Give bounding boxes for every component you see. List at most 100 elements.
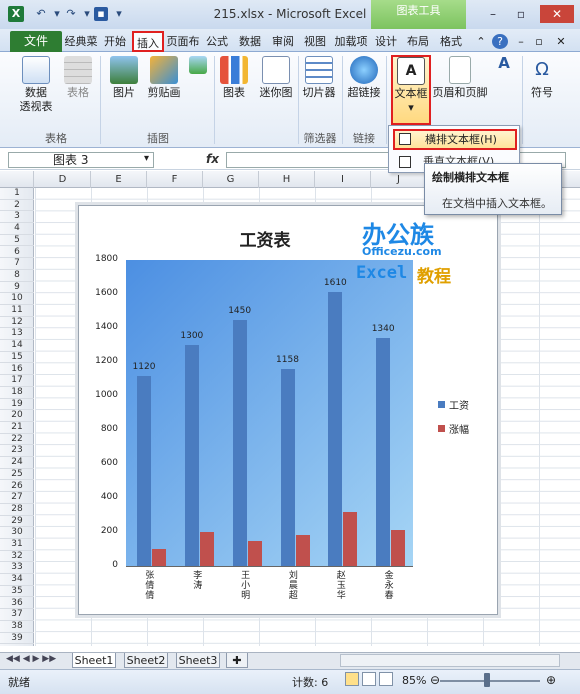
redo-dropdown-icon[interactable]: ▾ — [50, 7, 64, 21]
doc-close-icon[interactable]: ✕ — [554, 31, 568, 52]
name-box[interactable]: 图表 3 — [8, 152, 154, 168]
zoom-out-icon[interactable]: ⊖ — [430, 673, 440, 687]
bar-raise[interactable] — [199, 532, 214, 566]
column-header-f[interactable]: F — [147, 171, 203, 188]
row-header-24[interactable]: 24 — [0, 457, 34, 469]
tab-insert[interactable]: 插入 — [132, 31, 164, 52]
zoom-level[interactable]: 85% — [402, 674, 426, 687]
bar-raise[interactable] — [343, 511, 358, 566]
row-header-26[interactable]: 26 — [0, 481, 34, 493]
ribbon-collapse-icon[interactable]: ⌃ — [474, 31, 488, 52]
textbox-button[interactable]: A 文本框 ▾ — [391, 55, 431, 125]
undo-icon[interactable]: ↶ — [34, 7, 48, 21]
clipart-button[interactable]: 剪贴画 — [146, 56, 182, 100]
save-icon[interactable]: ▪ — [94, 7, 108, 21]
table-button[interactable]: 表格 — [62, 56, 94, 100]
row-header-36[interactable]: 36 — [0, 598, 34, 610]
row-header-7[interactable]: 7 — [0, 258, 34, 270]
tab-format[interactable]: 格式 — [436, 31, 466, 52]
bar-wage[interactable] — [328, 292, 343, 566]
zoom-slider[interactable] — [440, 680, 540, 682]
slicer-button[interactable]: 切片器 — [300, 56, 338, 100]
restore-button[interactable]: ▫ — [510, 5, 532, 23]
bar-raise[interactable] — [152, 549, 166, 566]
bar-wage[interactable] — [280, 369, 295, 566]
bar-raise[interactable] — [295, 535, 310, 566]
row-header-27[interactable]: 27 — [0, 492, 34, 504]
row-header-2[interactable]: 2 — [0, 200, 34, 212]
redo-icon[interactable]: ↷ — [64, 7, 78, 21]
row-header-15[interactable]: 15 — [0, 352, 34, 364]
row-header-33[interactable]: 33 — [0, 562, 34, 575]
tab-file[interactable]: 文件 — [10, 31, 62, 52]
column-header-g[interactable]: G — [203, 171, 259, 188]
tab-view[interactable]: 视图 — [300, 31, 330, 52]
bar-wage[interactable] — [137, 375, 151, 566]
excel-app-icon[interactable]: X — [8, 6, 24, 22]
sheet-tab-1[interactable]: Sheet1 — [72, 653, 116, 668]
row-header-18[interactable]: 18 — [0, 387, 34, 399]
page-break-view-icon[interactable] — [379, 672, 393, 686]
row-header-25[interactable]: 25 — [0, 469, 34, 481]
insert-function-icon[interactable]: fx — [206, 152, 219, 166]
hyperlink-button[interactable]: 超链接 — [344, 56, 384, 100]
tab-layout[interactable]: 布局 — [404, 31, 432, 52]
row-header-20[interactable]: 20 — [0, 410, 34, 422]
row-header-10[interactable]: 10 — [0, 293, 34, 305]
picture-button[interactable]: 图片 — [106, 56, 142, 100]
tab-design[interactable]: 设计 — [372, 31, 400, 52]
menu-item-horizontal-textbox[interactable]: 横排文本框(H) — [393, 129, 517, 150]
help-icon[interactable]: ? — [492, 34, 508, 49]
tab-review[interactable]: 审阅 — [268, 31, 298, 52]
row-header-28[interactable]: 28 — [0, 504, 34, 516]
column-header-d[interactable]: D — [35, 171, 91, 188]
zoom-in-icon[interactable]: ⊕ — [546, 673, 556, 687]
row-header-37[interactable]: 37 — [0, 609, 34, 621]
tab-formulas[interactable]: 公式 — [202, 31, 232, 52]
zoom-slider-knob[interactable] — [484, 673, 490, 687]
sparkline-button[interactable]: 迷你图 — [256, 56, 296, 100]
bar-wage[interactable] — [232, 319, 247, 566]
sheet-tab-3[interactable]: Sheet3 — [176, 653, 220, 668]
row-header-16[interactable]: 16 — [0, 364, 34, 376]
column-header-e[interactable]: E — [91, 171, 147, 188]
tab-data[interactable]: 数据 — [234, 31, 266, 52]
doc-minimize-icon[interactable]: – — [514, 31, 528, 52]
minimize-button[interactable]: – — [482, 5, 504, 23]
row-header-4[interactable]: 4 — [0, 223, 34, 235]
row-header-6[interactable]: 6 — [0, 247, 34, 259]
wordart-button[interactable]: A — [490, 56, 518, 76]
row-header-8[interactable]: 8 — [0, 270, 34, 282]
row-header-9[interactable]: 9 — [0, 282, 34, 294]
shapes-button[interactable] — [186, 56, 210, 76]
row-header-29[interactable]: 29 — [0, 516, 34, 528]
row-header-11[interactable]: 11 — [0, 305, 34, 317]
page-layout-view-icon[interactable] — [362, 672, 376, 686]
bar-wage[interactable] — [184, 345, 199, 566]
bar-wage[interactable] — [376, 338, 391, 566]
row-header-39[interactable]: 39 — [0, 633, 34, 645]
customize-qat-icon[interactable]: ▾ — [112, 7, 126, 21]
column-header-h[interactable]: H — [259, 171, 315, 188]
normal-view-icon[interactable] — [345, 672, 359, 686]
insert-sheet-icon[interactable]: ✚ — [226, 653, 248, 668]
chart-title[interactable]: 工资表 — [200, 226, 330, 251]
doc-restore-icon[interactable]: ▫ — [532, 31, 546, 52]
row-header-12[interactable]: 12 — [0, 317, 34, 329]
row-header-23[interactable]: 23 — [0, 445, 34, 458]
row-header-5[interactable]: 5 — [0, 235, 34, 247]
column-header-i[interactable]: I — [315, 171, 371, 188]
row-header-21[interactable]: 21 — [0, 422, 34, 434]
header-footer-button[interactable]: 页眉和页脚 — [432, 56, 488, 100]
select-all-corner[interactable] — [0, 171, 34, 188]
tab-classic-menu[interactable]: 经典菜单 — [64, 31, 98, 69]
row-header-30[interactable]: 30 — [0, 527, 34, 539]
sheet-nav-icons[interactable]: ◀◀ ◀ ▶ ▶▶ — [6, 654, 56, 664]
row-header-32[interactable]: 32 — [0, 551, 34, 563]
row-header-22[interactable]: 22 — [0, 434, 34, 446]
tab-home[interactable]: 开始 — [100, 31, 130, 52]
horizontal-scrollbar[interactable] — [340, 654, 560, 667]
row-header-13[interactable]: 13 — [0, 328, 34, 341]
quick-access-more-icon[interactable]: ▾ — [80, 7, 94, 21]
pivot-table-button[interactable]: 数据 透视表 — [14, 56, 58, 114]
